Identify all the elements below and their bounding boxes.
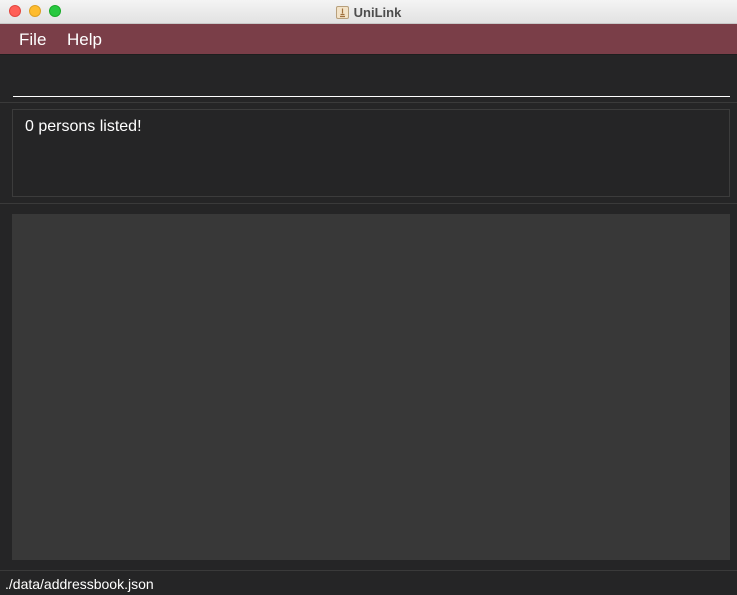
section-divider (0, 203, 737, 204)
command-input[interactable] (13, 63, 730, 97)
result-message: 0 persons listed! (25, 118, 142, 135)
person-list-panel[interactable] (12, 214, 730, 560)
menu-file[interactable]: File (19, 30, 46, 50)
window-title: UniLink (353, 4, 402, 20)
result-display: 0 persons listed! (12, 109, 730, 197)
window-titlebar: UniLink (0, 0, 737, 24)
window-title-group: UniLink (0, 0, 737, 24)
java-app-icon (335, 5, 349, 19)
status-bar: ./data/addressbook.json (0, 570, 737, 595)
save-location-path: ./data/addressbook.json (5, 576, 154, 592)
command-box-area (0, 55, 737, 103)
menu-help[interactable]: Help (67, 30, 102, 50)
menu-bar: File Help (0, 24, 737, 55)
